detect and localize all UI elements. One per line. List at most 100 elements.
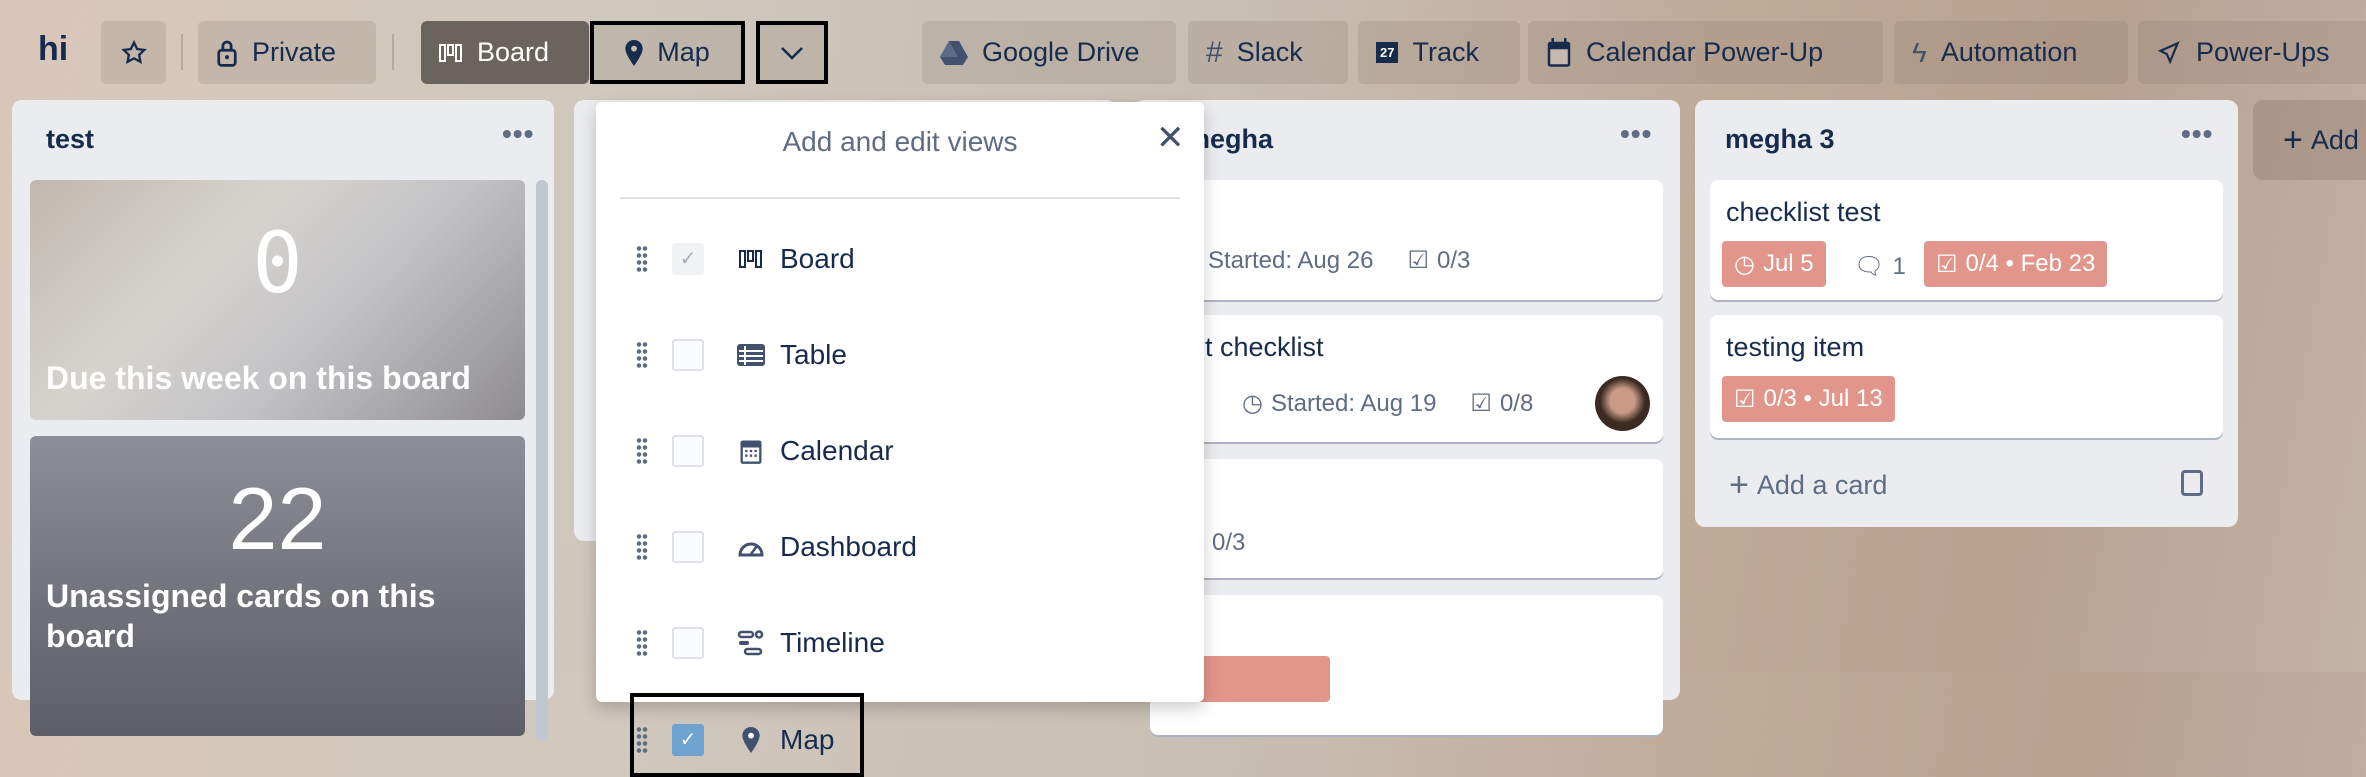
drag-handle-icon[interactable] [636,341,648,369]
star-icon [120,39,147,64]
divider [620,197,1180,199]
table-icon [736,341,766,369]
close-icon[interactable]: ✕ [1156,118,1185,158]
checklist-badge: ☑ 0/4 • Feb 23 [1924,241,2108,287]
view-map-button[interactable]: Map [590,21,745,84]
checklist-icon: ☑ [1734,385,1756,413]
list-test: test ••• 0 Due this week on this board 2… [12,100,554,740]
view-item-board[interactable]: ✓ Board [596,229,1204,289]
powerup-power-ups[interactable]: Power-Ups [2138,21,2366,84]
card-title: checklist test [1726,197,1881,227]
powerup-track[interactable]: 27 Track [1358,21,1520,84]
list-menu-button[interactable]: ••• [1620,118,1652,150]
badge [1190,656,1330,702]
checklist-icon: ☑ [1936,250,1958,278]
views-popup: Add and edit views ✕ ✓ Board Table Calen… [596,102,1204,777]
drag-handle-icon[interactable] [636,629,648,657]
view-checkbox[interactable] [672,435,704,467]
dashcard-label: Unassigned cards on this board [46,578,436,654]
clock-icon: ◷ [1242,390,1263,417]
list-megha: megha ••• Started: Aug 26 ☑ 0/3 t checklis… [1134,100,1680,735]
clock-icon: ◷ [1734,250,1755,278]
start-date: Started: Aug 19 [1270,389,1437,417]
powerup-slack[interactable]: # Slack [1188,21,1348,84]
view-label: Calendar [780,435,894,466]
google-drive-icon [940,40,968,65]
dashcard-count: 22 [228,469,327,568]
checklist-icon: ☑ [1407,247,1429,274]
visibility-label: Private [252,37,337,67]
card-template-icon[interactable] [2181,470,2203,496]
board-name[interactable]: hi [38,30,68,69]
list-title[interactable]: megha 3 [1725,124,1835,155]
list-title[interactable]: test [46,124,94,155]
view-checkbox[interactable] [672,531,704,563]
add-card-button[interactable]: + Add a card [1729,466,1887,505]
card[interactable]: t checklist ◷ Started: Aug 19 ☑ 0/8 [1150,315,1663,442]
dashcard-label: Due this week on this board [46,360,471,396]
view-item-timeline[interactable]: Timeline [596,613,1204,673]
view-board-label: Board [477,37,550,67]
lock-icon [217,40,237,67]
card[interactable]: testing item ☑ 0/3 • Jul 13 [1710,315,2223,438]
comment-count: 1 [1892,252,1906,280]
dashboard-icon [736,533,766,561]
plus-icon: + [2283,120,2303,159]
timeline-icon [736,629,766,657]
list-menu-button[interactable]: ••• [502,118,534,150]
add-card-label: Add a card [1756,470,1888,500]
view-checkbox[interactable] [672,339,704,371]
view-checkbox[interactable] [672,627,704,659]
star-button[interactable] [101,21,166,84]
view-item-calendar[interactable]: Calendar [596,421,1204,481]
calendar-icon [736,437,766,465]
card-meta: Started: Aug 26 ☑ 0/3 [1208,246,1470,275]
checklist-count: 0/3 [1436,246,1471,274]
dashcard-unassigned[interactable]: 22 Unassigned cards on this board [30,436,525,736]
powerup-label: Slack [1236,37,1303,67]
add-list-label: Add [2310,124,2359,155]
list-menu-button[interactable]: ••• [2181,118,2213,150]
card[interactable]: 0/3 [1150,459,1663,578]
powerup-calendar[interactable]: Calendar Power-Up [1528,21,1883,84]
card[interactable] [1150,595,1663,735]
powerup-label: Track [1412,37,1479,67]
checklist-count: 0/3 [1212,529,1246,556]
add-list-button[interactable]: + Add [2253,100,2366,180]
card[interactable]: checklist test ◷ Jul 5 🗨 1 ☑ 0/4 • Feb 23 [1710,180,2223,300]
dashcard-count: 0 [252,214,303,312]
powerup-label: Calendar Power-Up [1586,37,1824,67]
view-label: Board [780,243,855,274]
due-date: Jul 5 [1762,250,1814,277]
view-item-dashboard[interactable]: Dashboard [596,517,1204,577]
drag-handle-icon[interactable] [636,533,648,561]
visibility-button[interactable]: Private [198,21,376,84]
card-meta: 0/3 [1212,529,1245,557]
powerup-label: Google Drive [982,37,1140,67]
comments: 🗨 1 [1854,252,1906,281]
checklist-count: 0/3 • Jul 13 [1763,385,1883,412]
start-date: Started: Aug 26 [1208,246,1374,274]
drag-handle-icon[interactable] [636,245,648,273]
powerup-automation[interactable]: ϟ Automation [1894,21,2128,84]
drag-handle-icon[interactable] [636,437,648,465]
card[interactable]: Started: Aug 26 ☑ 0/3 [1150,180,1663,300]
card-title: testing item [1726,332,1865,362]
list-scrollbar[interactable] [536,180,548,740]
view-item-table[interactable]: Table [596,325,1204,385]
card-meta: ◷ Started: Aug 19 ☑ 0/8 [1242,389,1533,418]
powerup-label: Power-Ups [2196,37,2330,67]
divider [392,34,394,70]
views-dropdown-button[interactable] [756,21,828,84]
slack-icon: # [1206,35,1223,69]
view-board-button[interactable]: Board [421,21,589,84]
plus-icon: + [1729,466,1749,504]
dashcard-due-this-week[interactable]: 0 Due this week on this board [30,180,525,420]
calendar-icon [1547,37,1571,67]
avatar[interactable] [1595,376,1650,431]
lightning-icon: ϟ [1912,36,1927,68]
powerup-google-drive[interactable]: Google Drive [922,21,1176,84]
highlight-box [630,693,864,777]
view-map-label: Map [657,37,710,67]
due-date-badge[interactable]: ◷ Jul 5 [1722,241,1826,287]
